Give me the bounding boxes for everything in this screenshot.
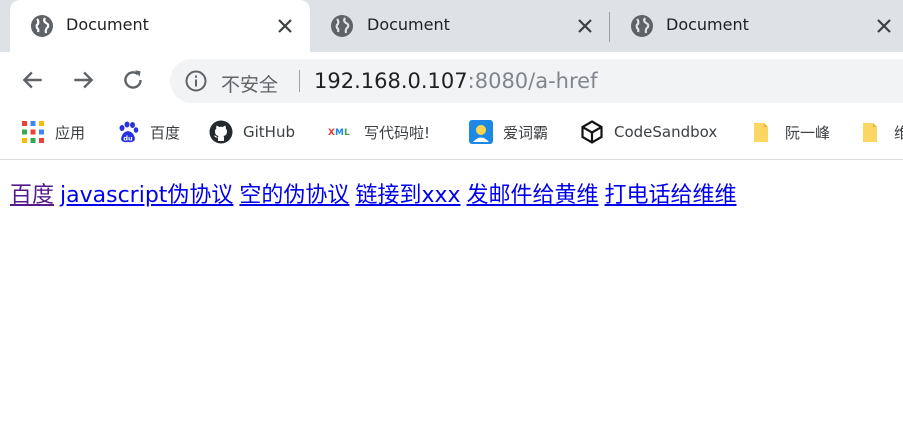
- tab-title: Document: [66, 15, 149, 34]
- link-javascript-pseudo-protocol[interactable]: javascript伪协议: [60, 183, 233, 208]
- globe-icon: [631, 15, 653, 37]
- browser-toolbar: 不安全 192.168.0.107:8080/a-href: [0, 52, 903, 108]
- bookmark-label: 维: [894, 123, 903, 142]
- reload-button[interactable]: [117, 64, 149, 96]
- xml-icon: X M L: [328, 128, 350, 138]
- bookmark-baidu[interactable]: du 百度: [116, 108, 180, 156]
- close-icon[interactable]: [573, 14, 597, 38]
- apps-grid-icon: [22, 121, 44, 143]
- link-to-xxx[interactable]: 链接到xxx: [355, 183, 460, 208]
- arrow-right-icon: [74, 71, 94, 89]
- reload-icon: [124, 70, 142, 89]
- svg-text:du: du: [123, 135, 133, 143]
- bookmark-label: 爱词霸: [503, 123, 549, 142]
- omnibox-divider: [299, 70, 300, 92]
- codesandbox-icon: [581, 120, 603, 144]
- bookmark-folder-overflow[interactable]: 维: [860, 108, 903, 156]
- baidu-paw-icon: du: [119, 121, 139, 143]
- forward-button[interactable]: [67, 64, 99, 96]
- bookmark-xml[interactable]: X M L 写代码啦!: [326, 108, 430, 156]
- link-empty-pseudo-protocol[interactable]: 空的伪协议: [239, 183, 349, 208]
- back-button[interactable]: [17, 64, 49, 96]
- svg-text:X: X: [328, 128, 335, 138]
- close-icon[interactable]: [872, 14, 896, 38]
- bookmark-codesandbox[interactable]: CodeSandbox: [580, 108, 717, 156]
- tab-document-1[interactable]: Document: [10, 0, 310, 52]
- folder-icon: [863, 123, 877, 142]
- tab-document-2[interactable]: Document: [312, 0, 608, 52]
- link-baidu[interactable]: 百度: [10, 183, 54, 208]
- tab-separator: [609, 12, 610, 42]
- folder-icon: [754, 123, 768, 142]
- url-host: 192.168.0.107: [314, 69, 468, 93]
- tab-strip: Document Document Document: [0, 0, 903, 52]
- tab-title: Document: [367, 15, 450, 34]
- bookmark-label: 写代码啦!: [364, 123, 431, 142]
- url-text[interactable]: 192.168.0.107:8080/a-href: [314, 69, 597, 93]
- bookmark-github[interactable]: GitHub: [209, 108, 295, 156]
- link-tel[interactable]: 打电话给维维: [605, 183, 737, 208]
- iciba-icon: [469, 120, 493, 144]
- link-mailto[interactable]: 发邮件给黄维: [467, 183, 599, 208]
- bookmark-apps[interactable]: 应用: [21, 108, 85, 156]
- globe-icon: [31, 15, 53, 37]
- bookmark-label: 应用: [55, 123, 86, 142]
- page-content: 百度 javascript伪协议 空的伪协议 链接到xxx 发邮件给黄维 打电话给维维: [10, 177, 743, 209]
- bookmark-label: CodeSandbox: [614, 123, 718, 141]
- bookmark-label: 阮一峰: [785, 123, 831, 142]
- svg-text:L: L: [344, 128, 350, 138]
- security-label: 不安全: [221, 74, 279, 96]
- bookmarks-bar: 应用 du 百度 GitHub X M L 写代码啦! 爱词霸 CodeSand…: [0, 108, 903, 160]
- url-path: :8080/a-href: [467, 69, 598, 93]
- arrow-left-icon: [22, 71, 42, 89]
- info-icon[interactable]: [184, 69, 208, 93]
- bookmark-iciba[interactable]: 爱词霸: [469, 108, 548, 156]
- close-icon[interactable]: [273, 14, 297, 38]
- tab-document-3[interactable]: Document: [611, 0, 903, 52]
- address-bar[interactable]: 不安全 192.168.0.107:8080/a-href: [170, 59, 903, 103]
- tab-title: Document: [666, 15, 749, 34]
- bookmark-label: GitHub: [243, 123, 295, 141]
- bookmark-label: 百度: [150, 123, 181, 142]
- svg-text:M: M: [335, 128, 344, 138]
- github-icon: [209, 120, 233, 144]
- globe-icon: [331, 15, 353, 37]
- bookmark-ruanyifeng[interactable]: 阮一峰: [751, 108, 830, 156]
